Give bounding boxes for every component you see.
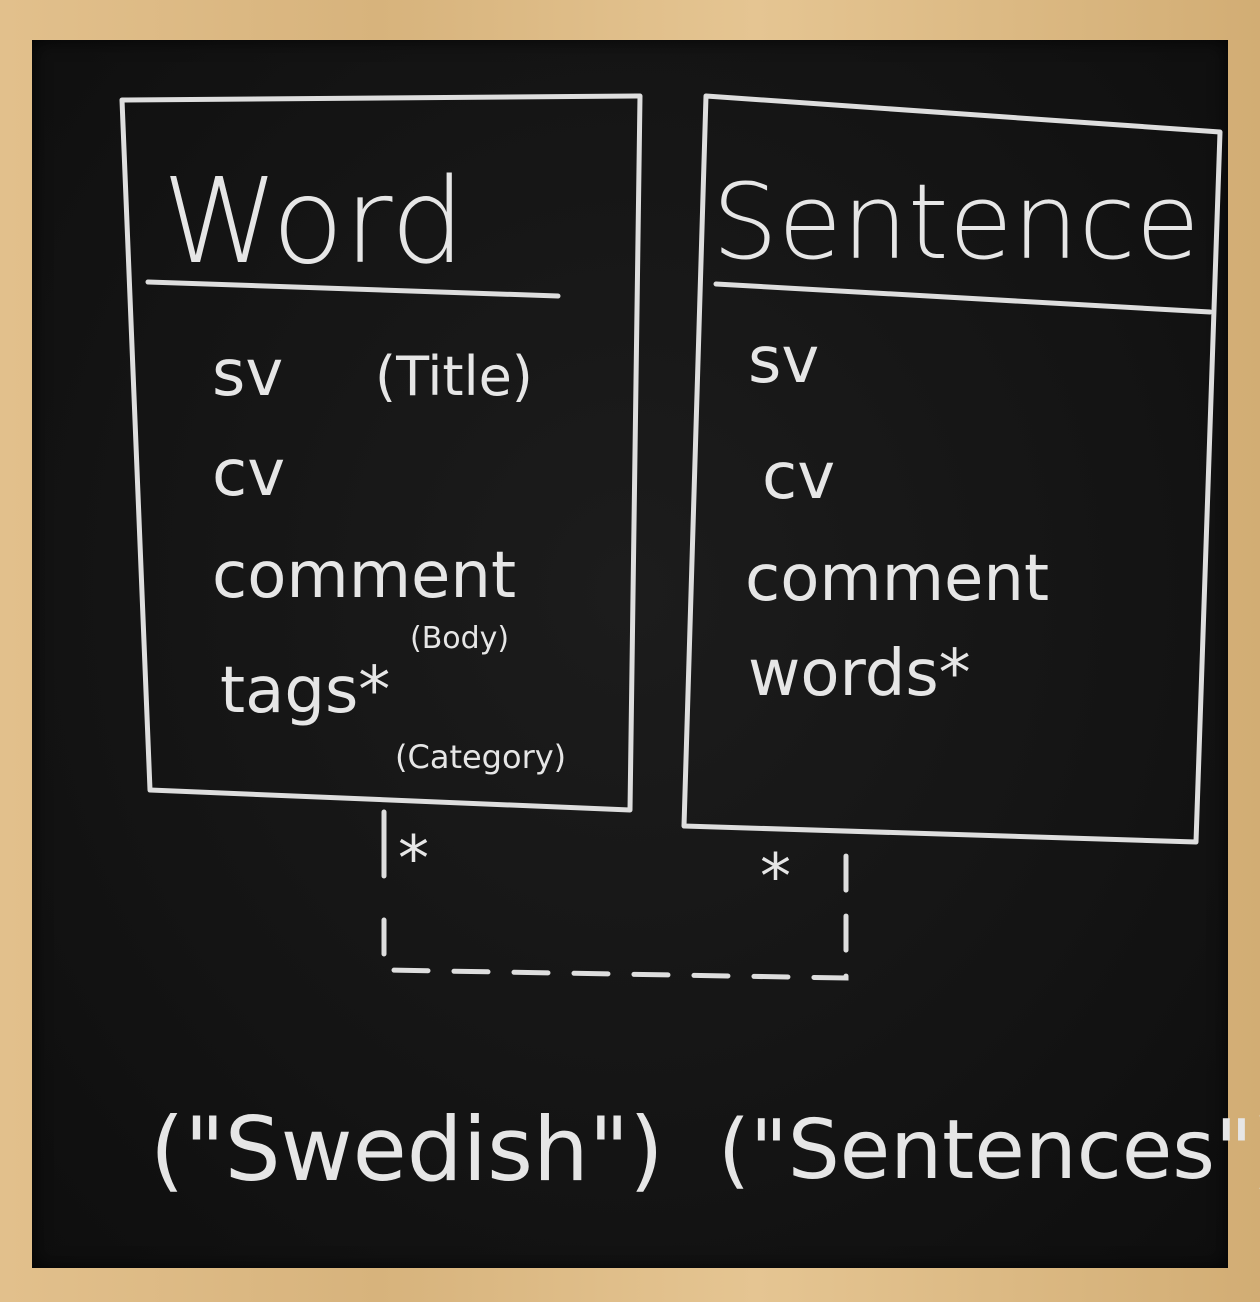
left-multiplicity: *	[398, 822, 429, 895]
sentence-attr-cv: cv	[762, 440, 835, 514]
sentence-entity-divider	[713, 281, 1213, 315]
word-sentence-relationship: * *	[381, 809, 849, 981]
sentence-attr-words: words*	[748, 637, 971, 711]
sentence-caption: ("Sentences")	[718, 1103, 1260, 1198]
word-attr-comment: comment	[212, 539, 516, 613]
word-attr-tags-note: (Category)	[395, 738, 566, 776]
word-caption: ("Swedish")	[150, 1098, 664, 1201]
word-attr-sv-note: (Title)	[375, 345, 533, 408]
word-entity: Word sv (Title) cv comment (Body) tags* …	[119, 93, 643, 813]
right-multiplicity: *	[760, 840, 791, 913]
word-entity-title: Word	[162, 152, 465, 290]
word-attr-comment-note: (Body)	[410, 621, 509, 656]
uml-diagram: Word sv (Title) cv comment (Body) tags* …	[119, 93, 1260, 1201]
word-attr-tags: tags*	[220, 654, 390, 728]
sentence-entity: Sentence sv cv comment words*	[681, 93, 1223, 845]
sentence-attr-sv: sv	[748, 324, 819, 398]
word-attr-sv: sv	[212, 337, 283, 411]
sentence-attr-comment: comment	[745, 542, 1049, 616]
sentence-entity-title: Sentence	[712, 161, 1200, 283]
word-attr-cv: cv	[212, 437, 285, 511]
